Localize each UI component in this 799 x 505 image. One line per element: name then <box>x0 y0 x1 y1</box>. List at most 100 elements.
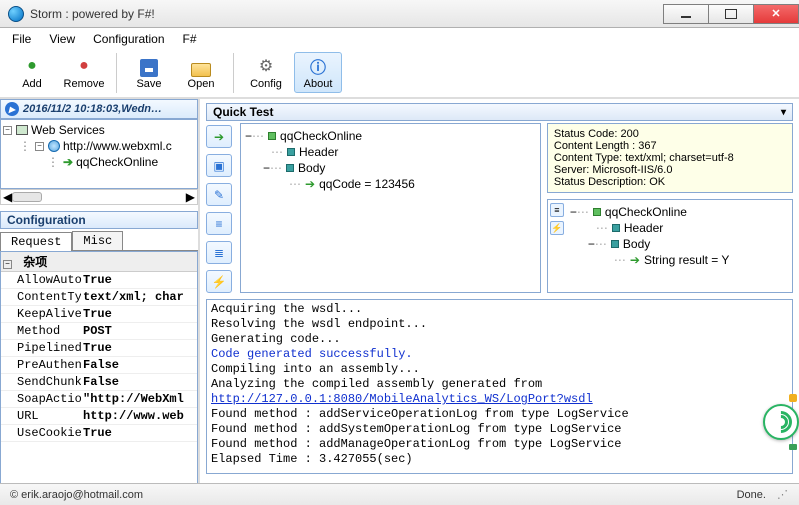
property-value[interactable]: http://www.web <box>81 408 197 424</box>
collapse-icon[interactable]: − <box>570 205 577 219</box>
tree-header[interactable]: ⋯ Header <box>570 220 788 236</box>
console-line: Acquiring the wsdl... <box>211 302 788 317</box>
services-tree[interactable]: − Web Services ⋮ − http://www.webxml.c ⋮… <box>0 119 198 189</box>
tree-line: ⋮ <box>19 139 31 153</box>
console-line: Generating code... <box>211 332 788 347</box>
property-category[interactable]: − 杂项 <box>1 252 197 272</box>
request-tree[interactable]: − ⋯ qqCheckOnline ⋯ Header − ⋯ Body ⋯➔ q… <box>240 123 541 293</box>
console-link[interactable]: http://127.0.0.1:8080/MobileAnalytics_WS… <box>211 392 593 406</box>
status-line: Server: Microsoft-IIS/6.0 <box>554 164 786 176</box>
console-line: Found method : addServiceOperationLog fr… <box>211 407 788 422</box>
property-row[interactable]: SoapAction"http://WebXml <box>1 391 197 408</box>
property-row[interactable]: UseCookieCTrue <box>1 425 197 442</box>
save-icon <box>140 59 158 77</box>
collapse-icon[interactable]: − <box>263 161 270 175</box>
property-value[interactable]: False <box>81 374 197 390</box>
tab-request[interactable]: Request <box>0 232 72 251</box>
config-button[interactable]: ⚙ Config <box>242 52 290 93</box>
workspace: ▶ 2016/11/2 10:18:03,Wedn… − Web Service… <box>0 99 799 501</box>
property-row[interactable]: SendChunkeFalse <box>1 374 197 391</box>
quick-test-title: Quick Test <box>213 105 273 119</box>
flash-button[interactable]: ⚡ <box>206 270 232 293</box>
tree-root[interactable]: − ⋯ qqCheckOnline <box>245 128 536 144</box>
property-row[interactable]: ContentTyptext/xml; char <box>1 289 197 306</box>
raw-button[interactable]: ≣ <box>206 241 232 264</box>
stop-button[interactable]: ▣ <box>206 154 232 177</box>
wifi-badge-icon[interactable] <box>763 404 799 440</box>
property-row[interactable]: AllowAutoRTrue <box>1 272 197 289</box>
collapse-icon[interactable]: − <box>3 260 12 269</box>
menu-file[interactable]: File <box>12 32 31 46</box>
property-value[interactable]: text/xml; char <box>81 289 197 305</box>
title-bar: Storm : powered by F#! <box>0 0 799 28</box>
response-column: Status Code: 200 Content Length : 367 Co… <box>547 123 793 293</box>
property-grid[interactable]: − 杂项 AllowAutoRTrueContentTyptext/xml; c… <box>0 251 198 501</box>
collapse-icon[interactable]: − <box>588 237 595 251</box>
resize-grip-icon[interactable]: ⋰ <box>777 489 789 501</box>
tab-misc[interactable]: Misc <box>72 231 123 250</box>
toolbar-separator <box>116 53 117 93</box>
collapse-icon[interactable]: − <box>245 129 252 143</box>
timestamp-header[interactable]: ▶ 2016/11/2 10:18:03,Wedn… <box>0 99 198 119</box>
tree-endpoint[interactable]: ⋮ − http://www.webxml.c <box>3 138 195 154</box>
tree-body[interactable]: − ⋯ Body <box>570 236 788 252</box>
property-value[interactable]: True <box>81 425 197 441</box>
config-tabs: Request Misc <box>0 231 198 251</box>
property-value[interactable]: False <box>81 357 197 373</box>
toolbar-separator <box>233 53 234 93</box>
property-value[interactable]: True <box>81 272 197 288</box>
property-row[interactable]: MethodPOST <box>1 323 197 340</box>
minimize-button[interactable] <box>663 4 709 24</box>
send-button[interactable]: ➔ <box>206 125 232 148</box>
property-value[interactable]: True <box>81 340 197 356</box>
property-row[interactable]: KeepAliveTrue <box>1 306 197 323</box>
menu-configuration[interactable]: Configuration <box>93 32 164 46</box>
add-button[interactable]: ● Add <box>8 52 56 93</box>
badge-dot-icon <box>789 444 797 450</box>
status-right: Done. <box>737 489 766 501</box>
minus-icon: ● <box>73 55 95 77</box>
view-button[interactable]: ≡ <box>206 212 232 235</box>
status-left: © erik.araojo@hotmail.com <box>10 489 143 501</box>
tree-body[interactable]: − ⋯ Body <box>245 160 536 176</box>
arrow-icon: ➔ <box>305 177 315 191</box>
menu-view[interactable]: View <box>49 32 75 46</box>
close-button[interactable] <box>753 4 799 24</box>
scroll-thumb[interactable] <box>12 192 42 202</box>
right-pane: Quick Test ▾ ➔ ▣ ✎ ≡ ≣ ⚡ − ⋯ qqCheckOnli… <box>200 99 799 501</box>
tree-result[interactable]: ⋯➔ String result = Y <box>570 252 788 268</box>
about-button[interactable]: ⓘ About <box>294 52 342 93</box>
remove-button[interactable]: ● Remove <box>60 52 108 93</box>
property-value[interactable]: POST <box>81 323 197 339</box>
tree-root[interactable]: − Web Services <box>3 122 195 138</box>
tree-header[interactable]: ⋯ Header <box>245 144 536 160</box>
horizontal-scrollbar[interactable]: ◀ ▶ <box>0 189 198 205</box>
save-button[interactable]: Save <box>125 56 173 93</box>
maximize-button[interactable] <box>708 4 754 24</box>
property-row[interactable]: PreAuthentFalse <box>1 357 197 374</box>
tree-label: Body <box>298 161 325 175</box>
property-key: SoapAction <box>1 391 81 407</box>
response-tree[interactable]: − ⋯ qqCheckOnline ⋯ Header − ⋯ Body <box>566 200 792 292</box>
edit-button[interactable]: ✎ <box>206 183 232 206</box>
collapse-icon[interactable]: − <box>3 126 12 135</box>
tree-root[interactable]: − ⋯ qqCheckOnline <box>570 204 788 220</box>
app-icon <box>8 6 24 22</box>
tree-param[interactable]: ⋯➔ qqCode = 123456 <box>245 176 536 192</box>
gear-icon: ⚙ <box>255 55 277 77</box>
collapse-icon[interactable]: − <box>35 142 44 151</box>
mini-button[interactable]: ⚡ <box>550 221 564 235</box>
scroll-left-icon[interactable]: ◀ <box>3 190 12 204</box>
window-buttons <box>664 4 799 24</box>
property-value[interactable]: "http://WebXml <box>81 391 197 407</box>
property-row[interactable]: URLhttp://www.web <box>1 408 197 425</box>
scroll-right-icon[interactable]: ▶ <box>186 190 195 204</box>
open-button[interactable]: Open <box>177 60 225 93</box>
dropdown-icon[interactable]: ▾ <box>781 107 786 118</box>
property-row[interactable]: PipelinedTrue <box>1 340 197 357</box>
mini-button[interactable]: ≡ <box>550 203 564 217</box>
menu-fsharp[interactable]: F# <box>183 32 197 46</box>
output-console[interactable]: Acquiring the wsdl... Resolving the wsdl… <box>206 299 793 474</box>
property-value[interactable]: True <box>81 306 197 322</box>
tree-operation[interactable]: ⋮ ➔ qqCheckOnline <box>3 154 195 170</box>
